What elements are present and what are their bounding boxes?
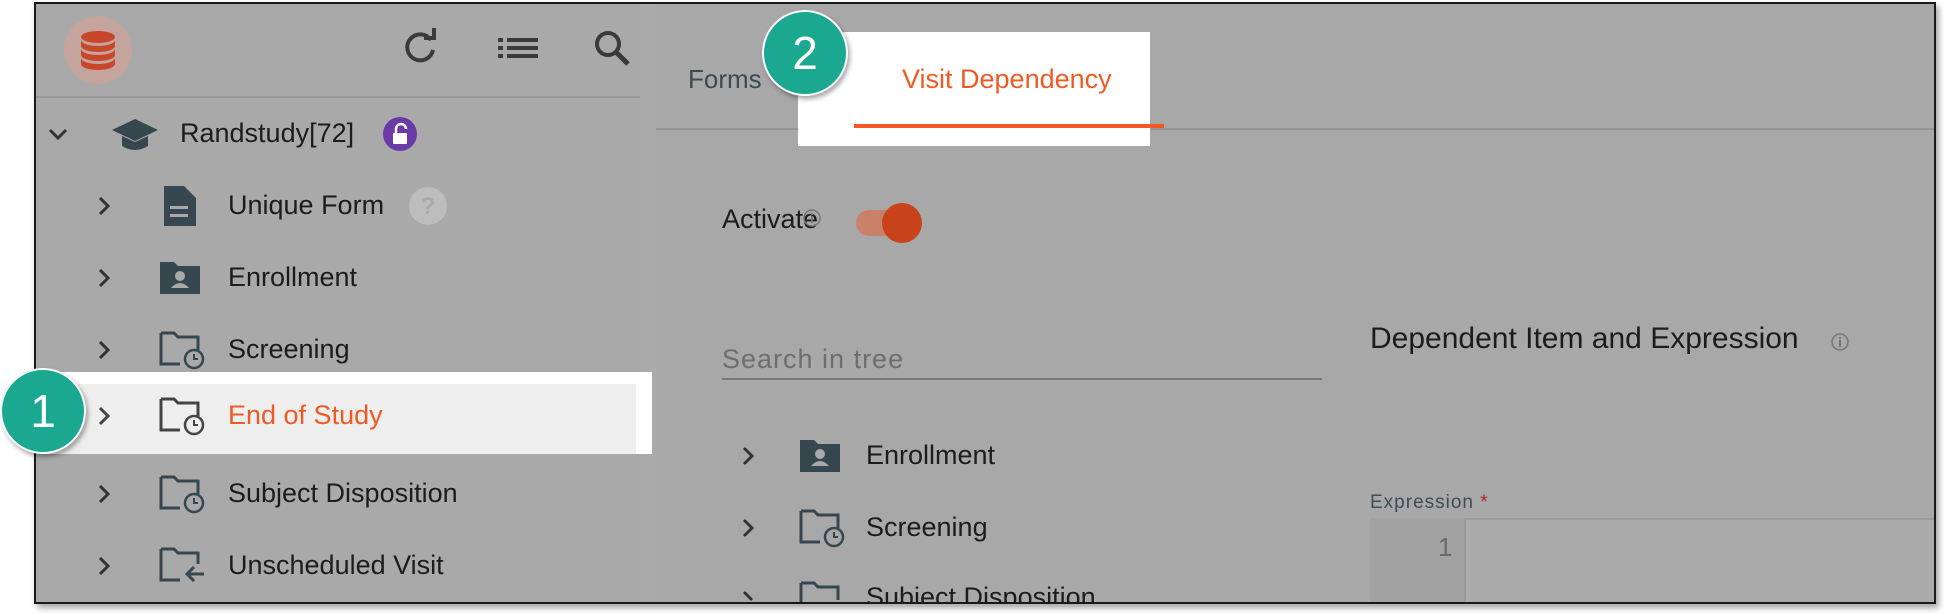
info-icon[interactable] <box>802 208 822 233</box>
app-window: Randstudy[72] Unique Form ? Enrollment S… <box>34 2 1936 604</box>
chevron-right-icon[interactable] <box>736 516 760 545</box>
database-icon[interactable] <box>64 16 132 84</box>
tree-toolbar <box>36 4 640 98</box>
tree-item-subject-disposition[interactable]: Subject Disposition <box>36 458 640 530</box>
chevron-down-icon[interactable] <box>46 122 70 151</box>
folder-person-icon <box>798 436 842 479</box>
info-icon[interactable] <box>1830 332 1850 357</box>
folder-clock-icon <box>798 578 846 602</box>
folder-arrow-icon <box>158 544 206 591</box>
chevron-right-icon[interactable] <box>92 404 116 433</box>
folder-clock-icon <box>798 506 846 553</box>
chevron-right-icon[interactable] <box>92 194 116 223</box>
search-icon[interactable] <box>592 28 632 73</box>
navigation-tree-panel: Randstudy[72] Unique Form ? Enrollment S… <box>36 4 640 602</box>
active-tab-indicator <box>854 124 1164 128</box>
activate-toggle[interactable] <box>854 200 926 251</box>
tree-item-label: Unscheduled Visit <box>228 550 444 580</box>
tree2-item-screening[interactable]: Screening <box>866 512 988 543</box>
callout-badge-2: 2 <box>762 10 848 96</box>
list-icon[interactable] <box>496 28 540 73</box>
tree-item-unscheduled-visit[interactable]: Unscheduled Visit <box>36 530 640 602</box>
tree-item-label: Enrollment <box>228 262 358 292</box>
line-number: 1 <box>1438 532 1453 562</box>
chevron-right-icon[interactable] <box>92 482 116 511</box>
tree-item-label: Unique Form <box>228 190 385 220</box>
chevron-right-icon[interactable] <box>736 588 760 602</box>
tree-item-label-selected: End of Study <box>228 400 383 430</box>
graduation-cap-icon <box>110 116 160 161</box>
tab-visit-dependency[interactable]: Visit Dependency <box>902 64 1112 95</box>
chevron-right-icon[interactable] <box>92 554 116 583</box>
document-icon <box>160 184 198 233</box>
required-mark: * <box>1480 492 1489 513</box>
folder-clock-icon <box>158 472 206 519</box>
unlock-icon[interactable] <box>382 116 418 157</box>
expression-label: Expression * <box>1370 492 1489 514</box>
tree-item-label: Subject Disposition <box>228 478 458 508</box>
search-in-tree-input[interactable]: Search in tree <box>722 344 904 375</box>
callout-badge-1: 1 <box>0 368 86 454</box>
tab-forms[interactable]: Forms <box>688 64 762 95</box>
tree-item-label: Screening <box>228 334 350 364</box>
tree-item-unique-form[interactable]: Unique Form ? <box>36 170 640 242</box>
search-underline <box>722 378 1322 380</box>
folder-clock-icon <box>158 394 206 441</box>
tree-item-label: Randstudy[72] <box>180 118 355 148</box>
tree-item-enrollment[interactable]: Enrollment <box>36 242 640 314</box>
refresh-icon[interactable] <box>400 28 440 73</box>
help-icon[interactable]: ? <box>408 186 448 231</box>
chevron-right-icon[interactable] <box>92 266 116 295</box>
chevron-right-icon[interactable] <box>736 444 760 473</box>
chevron-right-icon[interactable] <box>92 338 116 367</box>
expression-label-text: Expression <box>1370 492 1474 513</box>
tree2-item-enrollment[interactable]: Enrollment <box>866 440 995 471</box>
tree2-item-subject-disposition[interactable]: Subject Disposition <box>866 582 1096 602</box>
dependency-title: Dependent Item and Expression <box>1370 322 1799 355</box>
svg-text:?: ? <box>421 193 436 220</box>
folder-clock-icon <box>158 328 206 375</box>
folder-person-icon <box>158 258 202 301</box>
tree-item-study[interactable]: Randstudy[72] <box>36 98 640 170</box>
